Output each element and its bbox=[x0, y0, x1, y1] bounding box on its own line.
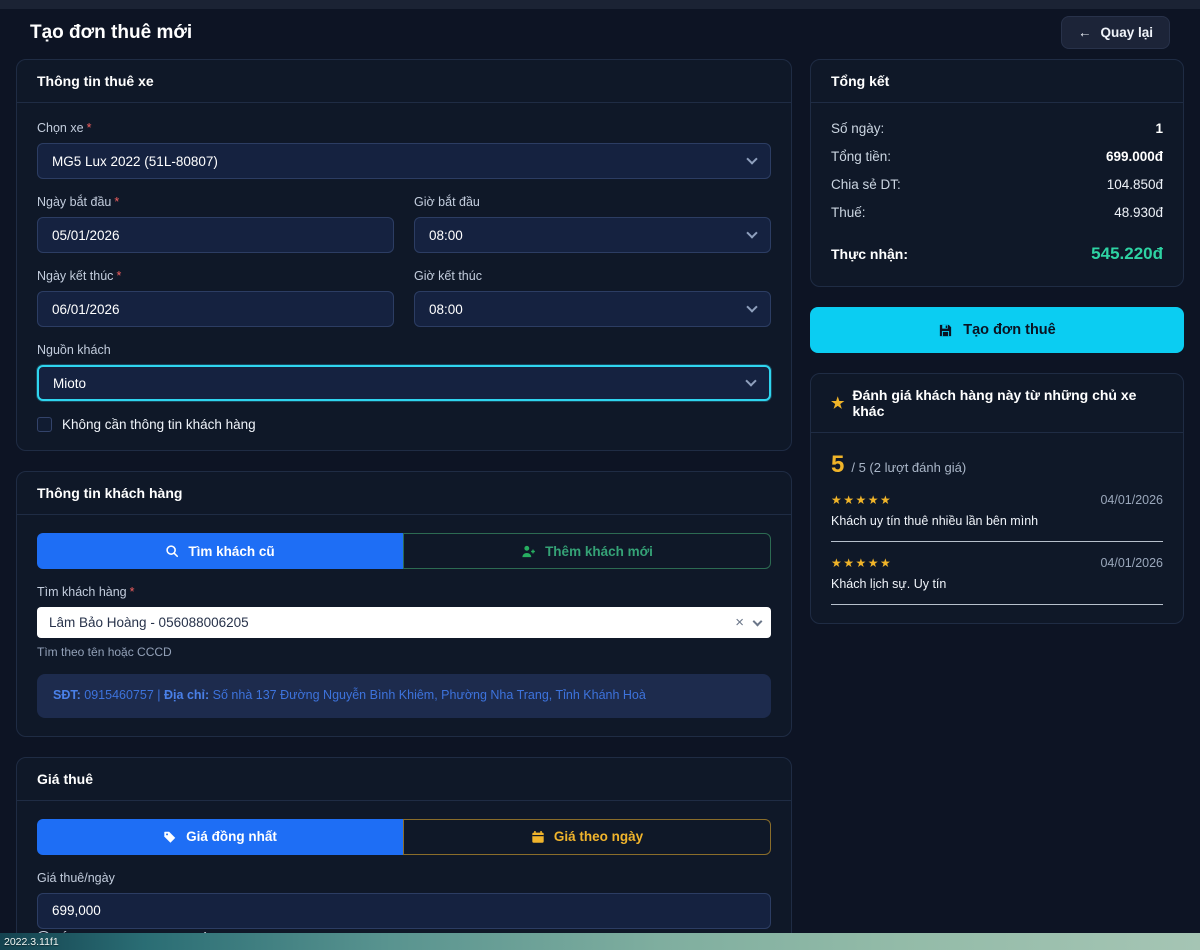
clear-icon[interactable]: × bbox=[735, 615, 744, 630]
chevron-down-icon bbox=[746, 227, 757, 238]
review-date: 04/01/2026 bbox=[1100, 493, 1163, 507]
source-select-value: Mioto bbox=[53, 376, 86, 391]
tab-daily-label: Giá theo ngày bbox=[554, 829, 643, 844]
calendar-icon bbox=[531, 830, 545, 844]
customer-info-title: Thông tin khách hàng bbox=[17, 472, 791, 515]
tab-daily-price[interactable]: Giá theo ngày bbox=[403, 819, 771, 855]
review-date: 04/01/2026 bbox=[1100, 556, 1163, 570]
no-customer-label: Không cần thông tin khách hàng bbox=[62, 417, 256, 432]
end-date-label: Ngày kết thúc* bbox=[37, 269, 394, 283]
end-time-value: 08:00 bbox=[429, 302, 463, 317]
review-item: ★★★★★ 04/01/2026 Khách lịch sự. Uy tín bbox=[831, 556, 1163, 605]
chevron-down-icon bbox=[746, 153, 757, 164]
version-label: 2022.3.11f1 bbox=[4, 936, 59, 948]
back-button-label: Quay lại bbox=[1100, 25, 1153, 40]
tab-search-customer[interactable]: Tìm khách cũ bbox=[37, 533, 403, 569]
summary-net-row: Thực nhận: 545.220đ bbox=[831, 244, 1163, 264]
start-date-input[interactable] bbox=[37, 217, 394, 253]
summary-title: Tổng kết bbox=[811, 60, 1183, 103]
customer-search-value: Lâm Bảo Hoàng - 056088006205 bbox=[49, 615, 249, 630]
vehicle-select-value: MG5 Lux 2022 (51L-80807) bbox=[52, 154, 218, 169]
address-label: Địa chỉ: bbox=[164, 688, 209, 702]
end-time-label: Giờ kết thúc bbox=[414, 269, 771, 283]
summary-row-days: Số ngày: 1 bbox=[831, 121, 1163, 136]
window-top-strip bbox=[0, 0, 1200, 9]
summary-row-tax: Thuế: 48.930đ bbox=[831, 205, 1163, 220]
start-time-label: Giờ bắt đầu bbox=[414, 195, 771, 209]
price-per-day-label: Giá thuê/ngày bbox=[37, 871, 771, 885]
create-order-label: Tạo đơn thuê bbox=[963, 322, 1055, 338]
customer-details-bar: SĐT: 0915460757 | Địa chỉ: Số nhà 137 Đư… bbox=[37, 674, 771, 718]
star-icon: ★ bbox=[831, 394, 844, 412]
required-mark: * bbox=[114, 195, 119, 209]
vehicle-label: Chọn xe* bbox=[37, 121, 771, 135]
phone-label: SĐT: bbox=[53, 688, 81, 702]
review-stars: ★★★★★ bbox=[831, 493, 892, 507]
address-value: Số nhà 137 Đường Nguyễn Bình Khiêm, Phườ… bbox=[213, 688, 646, 702]
end-date-input[interactable] bbox=[37, 291, 394, 327]
customer-search-label: Tìm khách hàng* bbox=[37, 585, 771, 599]
end-time-select[interactable]: 08:00 bbox=[414, 291, 771, 327]
divider bbox=[831, 541, 1163, 542]
reviews-title: Đánh giá khách hàng này từ những chủ xe … bbox=[852, 387, 1163, 419]
separator: | bbox=[157, 688, 160, 702]
chevron-down-icon bbox=[746, 301, 757, 312]
back-arrow-icon: ← bbox=[1078, 25, 1092, 40]
review-item: ★★★★★ 04/01/2026 Khách uy tín thuê nhiều… bbox=[831, 493, 1163, 542]
rental-info-title: Thông tin thuê xe bbox=[17, 60, 791, 103]
reviews-header: ★ Đánh giá khách hàng này từ những chủ x… bbox=[811, 374, 1183, 433]
create-order-button[interactable]: Tạo đơn thuê bbox=[810, 307, 1184, 353]
required-mark: * bbox=[130, 585, 135, 599]
page: Tạo đơn thuê mới ← Quay lại Thông tin th… bbox=[0, 9, 1200, 948]
source-select[interactable]: Mioto bbox=[37, 365, 771, 401]
save-icon bbox=[938, 323, 953, 338]
page-header: Tạo đơn thuê mới ← Quay lại bbox=[16, 9, 1184, 59]
chevron-down-icon bbox=[745, 375, 756, 386]
required-mark: * bbox=[87, 121, 92, 135]
tab-add-label: Thêm khách mới bbox=[545, 544, 653, 559]
review-stars: ★★★★★ bbox=[831, 556, 892, 570]
summary-card: Tổng kết Số ngày: 1 Tổng tiền: 699.000đ … bbox=[810, 59, 1184, 287]
net-amount: 545.220đ bbox=[1091, 244, 1163, 264]
start-date-label: Ngày bắt đầu* bbox=[37, 195, 394, 209]
rating-suffix: / 5 (2 lượt đánh giá) bbox=[851, 460, 966, 475]
divider bbox=[831, 604, 1163, 605]
no-customer-checkbox[interactable] bbox=[37, 417, 52, 432]
rating-score: 5 / 5 (2 lượt đánh giá) bbox=[831, 451, 1163, 479]
rating-value: 5 bbox=[831, 451, 844, 479]
search-icon bbox=[165, 544, 179, 558]
tag-icon bbox=[163, 830, 177, 844]
user-plus-icon bbox=[521, 544, 536, 559]
customer-search-select[interactable]: Lâm Bảo Hoàng - 056088006205 × bbox=[37, 607, 771, 638]
summary-row-total: Tổng tiền: 699.000đ bbox=[831, 149, 1163, 164]
phone-value: 0915460757 bbox=[84, 688, 154, 702]
review-text: Khách uy tín thuê nhiều lần bên mình bbox=[831, 514, 1163, 528]
rental-info-card: Thông tin thuê xe Chọn xe* MG5 Lux 2022 … bbox=[16, 59, 792, 451]
tab-search-label: Tìm khách cũ bbox=[188, 544, 274, 559]
reviews-card: ★ Đánh giá khách hàng này từ những chủ x… bbox=[810, 373, 1184, 624]
pricing-title: Giá thuê bbox=[17, 758, 791, 801]
watermark-strip bbox=[0, 933, 1200, 950]
tab-add-customer[interactable]: Thêm khách mới bbox=[403, 533, 771, 569]
page-title: Tạo đơn thuê mới bbox=[30, 22, 192, 44]
vehicle-select[interactable]: MG5 Lux 2022 (51L-80807) bbox=[37, 143, 771, 179]
summary-row-share: Chia sẻ DT: 104.850đ bbox=[831, 177, 1163, 192]
customer-info-card: Thông tin khách hàng Tìm khách cũ bbox=[16, 471, 792, 737]
start-time-select[interactable]: 08:00 bbox=[414, 217, 771, 253]
tab-flat-price[interactable]: Giá đồng nhất bbox=[37, 819, 403, 855]
source-label: Nguồn khách bbox=[37, 343, 771, 357]
price-per-day-input[interactable] bbox=[37, 893, 771, 929]
start-time-value: 08:00 bbox=[429, 228, 463, 243]
chevron-down-icon bbox=[753, 616, 763, 626]
tab-flat-label: Giá đồng nhất bbox=[186, 829, 277, 844]
customer-search-helper: Tìm theo tên hoặc CCCD bbox=[37, 645, 771, 659]
review-text: Khách lịch sự. Uy tín bbox=[831, 577, 1163, 591]
back-button[interactable]: ← Quay lại bbox=[1061, 16, 1170, 49]
required-mark: * bbox=[116, 269, 121, 283]
pricing-card: Giá thuê Giá đồng nhất bbox=[16, 757, 792, 948]
